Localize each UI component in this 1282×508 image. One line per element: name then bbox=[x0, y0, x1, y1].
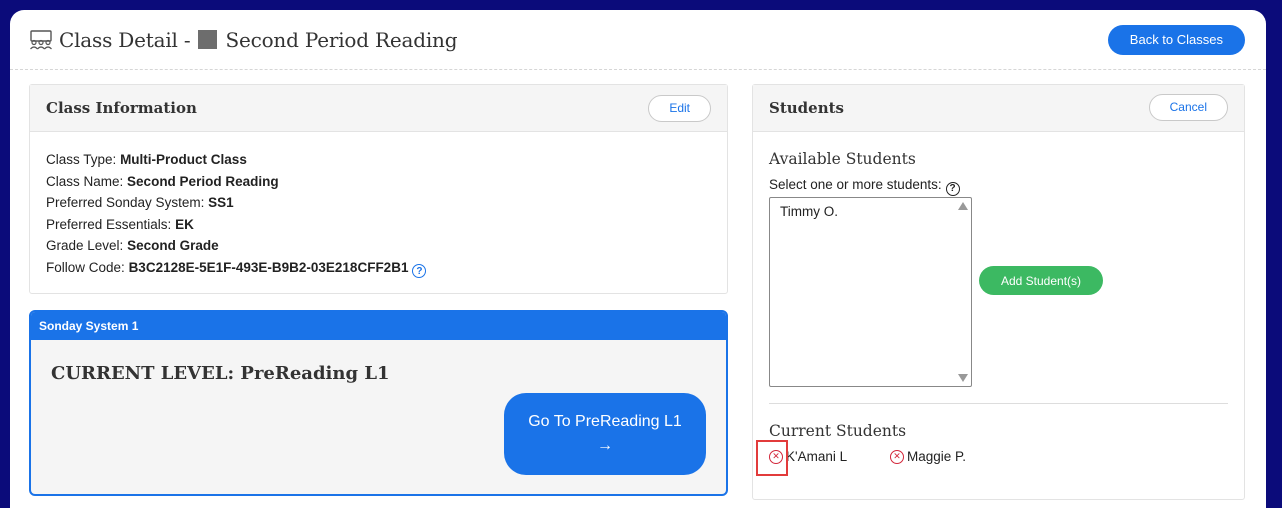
select-students-help-icon[interactable]: ? bbox=[945, 181, 960, 196]
scroll-up-arrow-icon[interactable] bbox=[958, 202, 968, 210]
class-information-header: Class Information Edit bbox=[30, 85, 727, 132]
class-information-title: Class Information bbox=[46, 99, 197, 117]
go-to-level-label: Go To PreReading L1 bbox=[528, 413, 682, 430]
back-to-classes-button[interactable]: Back to Classes bbox=[1107, 24, 1245, 55]
current-students-title: Current Students bbox=[769, 422, 907, 440]
current-level-heading: CURRENT LEVEL: PreReading L1 bbox=[51, 363, 390, 384]
students-divider bbox=[769, 403, 1228, 404]
field-grade-level: Grade Level: Second Grade bbox=[46, 238, 219, 253]
focus-highlight-box bbox=[756, 440, 788, 476]
add-students-button[interactable]: Add Student(s) bbox=[979, 266, 1103, 295]
available-students-listbox[interactable]: Timmy O. bbox=[769, 197, 972, 387]
class-color-swatch bbox=[198, 30, 218, 49]
scroll-down-arrow-icon[interactable] bbox=[958, 374, 968, 382]
field-follow-code: Follow Code: B3C2128E-5E1F-493E-B9B2-03E… bbox=[46, 257, 711, 279]
current-student-name: K'Amani L bbox=[786, 449, 848, 464]
current-student-name: Maggie P. bbox=[907, 449, 967, 464]
go-to-level-button[interactable]: Go To PreReading L1 → bbox=[504, 393, 706, 475]
page-title: Class Detail - Second Period Reading bbox=[29, 27, 458, 52]
student-option[interactable]: Timmy O. bbox=[780, 204, 838, 219]
students-header: Students Cancel bbox=[753, 85, 1244, 132]
class-information-card: Class Information Edit Class Type: Multi… bbox=[29, 84, 728, 294]
page-container: Class Detail - Second Period Reading Bac… bbox=[10, 10, 1266, 508]
classroom-icon bbox=[30, 29, 52, 49]
students-title: Students bbox=[769, 99, 844, 117]
page-title-prefix: Class Detail - bbox=[59, 27, 191, 52]
remove-student-icon[interactable]: ✕ bbox=[890, 449, 904, 464]
students-card: Students Cancel Available Students Selec… bbox=[752, 84, 1245, 500]
class-information-body: Class Type: Multi-Product Class Class Na… bbox=[30, 132, 727, 295]
page-header: Class Detail - Second Period Reading Bac… bbox=[10, 10, 1266, 70]
field-class-type: Class Type: Multi-Product Class bbox=[46, 152, 247, 167]
page-title-class-name: Second Period Reading bbox=[225, 27, 458, 52]
field-class-name: Class Name: Second Period Reading bbox=[46, 173, 279, 189]
cancel-button[interactable]: Cancel bbox=[1148, 93, 1228, 121]
current-student-item: ✕ Maggie P. bbox=[890, 449, 966, 464]
listbox-scrollbar[interactable] bbox=[955, 198, 971, 386]
select-students-label: Select one or more students:? bbox=[769, 177, 960, 196]
sonday-system-header: Sonday System 1 bbox=[31, 312, 726, 340]
edit-button[interactable]: Edit bbox=[648, 94, 711, 122]
follow-code-help-icon[interactable]: ? bbox=[412, 264, 427, 279]
field-preferred-essentials: Preferred Essentials: EK bbox=[46, 216, 194, 232]
available-students-title: Available Students bbox=[769, 150, 916, 168]
arrow-right-icon: → bbox=[597, 437, 613, 454]
sonday-system-card: Sonday System 1 CURRENT LEVEL: PreReadin… bbox=[29, 310, 728, 496]
field-preferred-sonday-system: Preferred Sonday System: SS1 bbox=[46, 195, 234, 210]
